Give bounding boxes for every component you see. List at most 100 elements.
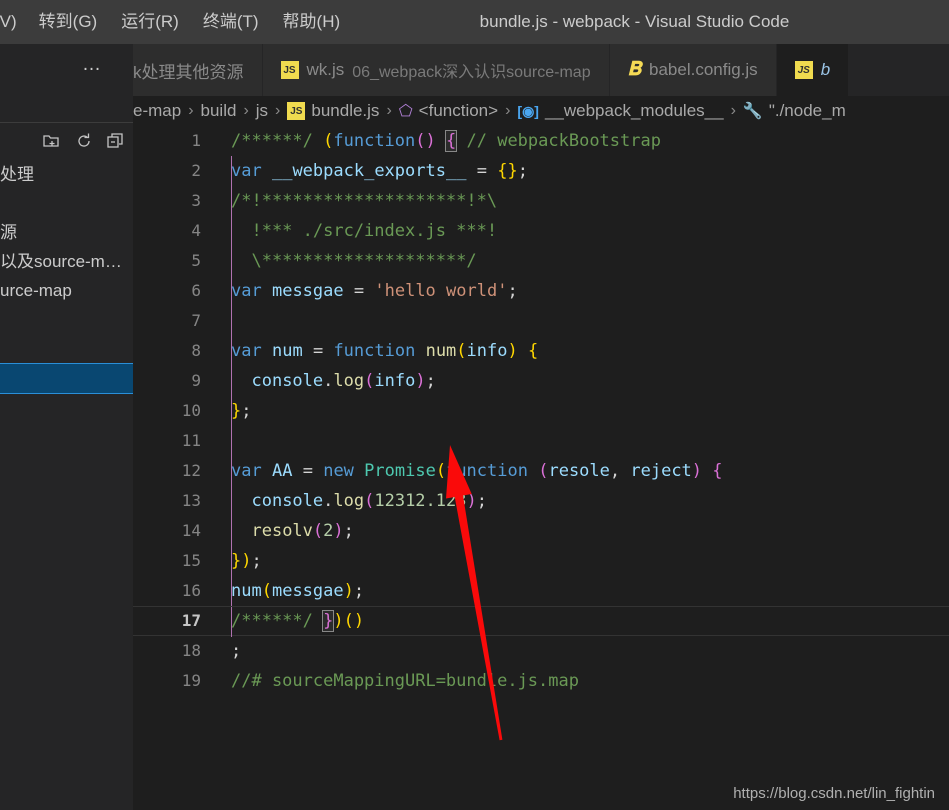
code-line[interactable]: 16 num(messgae);	[133, 576, 949, 606]
code-text: console.log(info);	[231, 366, 435, 396]
code-token: (	[261, 581, 272, 601]
code-line[interactable]: 7	[133, 306, 949, 336]
code-token: /******/	[231, 131, 324, 151]
code-token: log	[333, 371, 365, 391]
breadcrumb-item[interactable]: build	[201, 101, 237, 121]
refresh-icon[interactable]	[73, 130, 95, 152]
code-token: ;	[251, 551, 262, 571]
menu-item-view[interactable]: (V)	[0, 0, 27, 44]
code-token: (	[435, 461, 447, 481]
code-token: .	[323, 491, 334, 511]
code-token: ;	[343, 521, 354, 541]
tree-item[interactable]: 以及source-m…	[0, 247, 133, 276]
code-token: )	[415, 371, 426, 391]
menu-item-goto[interactable]: 转到(G)	[27, 0, 110, 44]
breadcrumb-label: js	[255, 101, 269, 120]
line-number: 11	[181, 431, 201, 450]
line-number: 12	[181, 461, 201, 480]
menu-item-terminal[interactable]: 终端(T)	[191, 0, 271, 44]
code-editor[interactable]: 1/******/ (function() { // webpackBootst…	[133, 126, 949, 810]
tree-item[interactable]: urce-map	[0, 276, 133, 305]
code-token: /*!********************!*\	[231, 191, 498, 211]
code-token: )	[466, 491, 477, 511]
code-token: 'hello world'	[374, 281, 508, 301]
code-token: Promise	[364, 461, 436, 481]
breadcrumb-item[interactable]: ⬠ <function>	[399, 101, 498, 121]
line-number: 18	[181, 641, 201, 660]
code-token: // webpackBootstrap	[456, 131, 661, 151]
breadcrumb-label: build	[200, 101, 237, 120]
code-line[interactable]: 6 var messgae = 'hello world';	[133, 276, 949, 306]
breadcrumb-separator-icon: ›	[730, 102, 736, 119]
tree-item[interactable]	[0, 189, 133, 218]
more-actions-icon[interactable]: …	[82, 55, 103, 74]
code-line[interactable]: 3 /*!********************!*\	[133, 186, 949, 216]
editor-tab[interactable]: k处理其他资源	[133, 44, 263, 96]
tree-item[interactable]	[0, 334, 133, 363]
code-line[interactable]: 12 var AA = new Promise(function (resole,…	[133, 456, 949, 486]
code-line[interactable]: 17 /******/ })()	[133, 606, 949, 637]
editor-tab-active[interactable]: JS b	[776, 44, 850, 96]
indent-guide	[231, 306, 232, 336]
editor-tab[interactable]: 𝐁 babel.config.js	[609, 44, 777, 96]
menu-item-run[interactable]: 运行(R)	[109, 0, 191, 44]
line-number: 5	[191, 251, 201, 270]
line-number: 7	[191, 311, 201, 330]
line-number: 10	[181, 401, 201, 420]
code-token: )	[343, 581, 354, 601]
tree-item[interactable]: 源	[0, 218, 133, 247]
sidebar-explorer: … 处理 源 以及source-m… urce-map	[0, 44, 133, 810]
breadcrumb-item[interactable]: [◉] __webpack_modules__	[517, 101, 723, 121]
breadcrumb-label: __webpack_modules__	[544, 101, 724, 120]
collapse-all-icon[interactable]	[105, 130, 127, 152]
code-line[interactable]: 2 var __webpack_exports__ = {};	[133, 156, 949, 186]
code-token: (	[343, 611, 354, 631]
code-token: =	[476, 161, 487, 181]
code-line[interactable]: 15});	[133, 546, 949, 576]
code-token: 12312.123	[374, 491, 467, 511]
menu-item-help[interactable]: 帮助(H)	[271, 0, 353, 44]
code-token: AA	[271, 461, 293, 481]
breadcrumb-separator-icon: ›	[275, 102, 281, 119]
breadcrumb-separator-icon: ›	[188, 102, 194, 119]
editor-tab[interactable]: JS wk.js 06_webpack深入认识source-map	[262, 44, 610, 96]
code-token: reject	[630, 461, 692, 481]
code-line[interactable]: 9 console.log(info);	[133, 366, 949, 396]
code-token: //# sourceMappingURL=bundle.js.map	[231, 671, 579, 691]
code-token: }	[231, 551, 242, 571]
code-line[interactable]: 11	[133, 426, 949, 456]
breadcrumb-item[interactable]: js	[256, 101, 268, 121]
code-line[interactable]: 8 var num = function num(info) {	[133, 336, 949, 366]
breadcrumb-item[interactable]: 🔧 "./node_m	[743, 101, 846, 121]
code-token: (	[538, 461, 549, 481]
code-line[interactable]: 5 \********************/	[133, 246, 949, 276]
babel-file-icon: 𝐁	[627, 59, 641, 80]
tree-item[interactable]: 处理	[0, 160, 133, 189]
variable-symbol-icon: [◉]	[517, 102, 539, 119]
code-line[interactable]: 14 resolv(2);	[133, 516, 949, 546]
tree-item-selected[interactable]	[0, 363, 133, 394]
tab-description: 06_webpack深入认识source-map	[352, 64, 591, 81]
new-folder-icon[interactable]	[41, 130, 63, 152]
code-line[interactable]: 4 !*** ./src/index.js ***!	[133, 216, 949, 246]
code-text: var messgae = 'hello world';	[231, 276, 518, 306]
code-token: ,	[609, 461, 631, 481]
code-token: (	[323, 131, 334, 151]
breadcrumb-label: bundle.js	[311, 101, 380, 120]
breadcrumb-separator-icon: ›	[243, 102, 249, 119]
breadcrumb-item[interactable]: JS bundle.js	[287, 101, 379, 121]
code-text: \********************/	[231, 246, 476, 276]
tree-item[interactable]	[0, 305, 133, 334]
code-line[interactable]: 10};	[133, 396, 949, 426]
code-token: num	[271, 341, 303, 361]
code-line[interactable]: 19 //# sourceMappingURL=bundle.js.map	[133, 666, 949, 696]
code-line[interactable]: 13 console.log(12312.123);	[133, 486, 949, 516]
code-token: !*** ./src/index.js ***!	[231, 221, 498, 241]
code-line[interactable]: 1 /******/ (function() { // webpackBootst…	[133, 126, 949, 156]
breadcrumb-item[interactable]: e-map	[133, 101, 181, 121]
code-token: )	[425, 131, 436, 151]
code-line[interactable]: 18;	[133, 636, 949, 666]
